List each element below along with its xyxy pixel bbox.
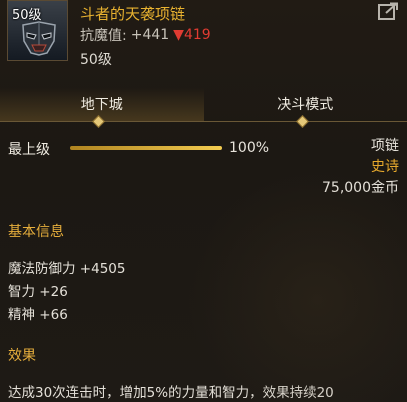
effect-description: 达成30次连击时，增加5%的力量和智力，效果持续20 [8, 385, 334, 401]
share-icon[interactable] [377, 2, 399, 22]
stat-line: 魔法防御力 +4505 [8, 261, 126, 277]
basic-info-title: 基本信息 [8, 224, 64, 240]
stat-line: 精神 +66 [8, 307, 68, 323]
item-required-level: 50级 [80, 52, 112, 68]
item-name: 斗者的天袭项链 [80, 5, 186, 23]
mode-tabs: 地下城 决斗模式 [0, 88, 407, 122]
grade-percent: 100% [229, 140, 270, 156]
stat-line: 智力 +26 [8, 284, 68, 300]
resist-down-value: 419 [183, 27, 211, 43]
grade-progress-bar [70, 146, 222, 150]
item-tooltip-panel: 50级 斗者的天袭项链 抗魔值: +441 ▼ 419 50级 地下城 决斗模式 … [0, 0, 407, 402]
resist-row: 抗魔值: +441 ▼ 419 [80, 25, 211, 45]
demon-mask-icon [22, 21, 56, 56]
grade-progress-fill [70, 146, 222, 150]
item-price: 75,000金币 [322, 180, 399, 196]
item-type: 项链 [371, 138, 399, 154]
resist-value: +441 [130, 27, 170, 43]
resist-label: 抗魔值: [80, 28, 127, 44]
resist-down-arrow: ▼ [173, 27, 184, 43]
item-rarity: 史诗 [371, 159, 399, 175]
effect-title: 效果 [8, 348, 36, 364]
tab-dungeon[interactable]: 地下城 [0, 88, 204, 122]
tab-divider [0, 121, 407, 122]
item-portrait[interactable]: 50级 [7, 0, 68, 61]
grade-label: 最上级 [8, 142, 50, 158]
